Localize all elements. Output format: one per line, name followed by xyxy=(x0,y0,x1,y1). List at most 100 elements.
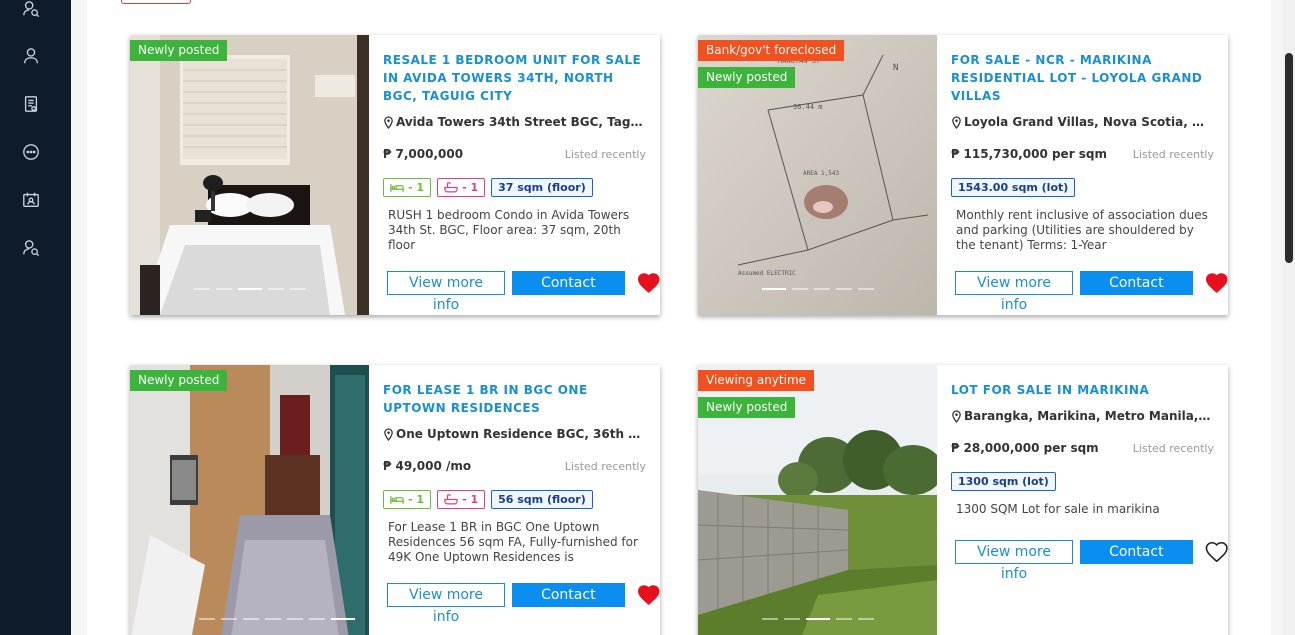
bedroom-photo xyxy=(130,365,369,635)
favorite-heart-outline-icon[interactable] xyxy=(1205,541,1228,563)
bedroom-count: - 1 xyxy=(383,490,432,509)
carousel-dot[interactable] xyxy=(835,288,852,290)
floor-area: 37 sqm (floor) xyxy=(491,178,593,197)
lot-area: 1543.00 sqm (lot) xyxy=(951,178,1076,197)
id-card-icon[interactable] xyxy=(22,191,40,209)
document-icon[interactable] xyxy=(22,95,40,113)
carousel-indicators[interactable] xyxy=(698,618,937,620)
favorite-heart-icon[interactable] xyxy=(637,584,660,606)
favorite-heart-icon[interactable] xyxy=(1205,272,1228,294)
listings-panel: Newly posted RESALE 1 BEDROOM UNIT FOR S… xyxy=(87,0,1271,635)
listing-address: Loyola Grand Villas, Nova Scotia, Mariki… xyxy=(951,115,1213,129)
listing-actions: View more info Contact seller xyxy=(387,271,660,313)
favorite-heart-icon[interactable] xyxy=(637,272,660,294)
bedroom-count: - 1 xyxy=(383,178,432,197)
scrollbar[interactable] xyxy=(1283,0,1295,635)
scrollbar-thumb[interactable] xyxy=(1285,53,1293,263)
svg-text:N: N xyxy=(893,63,898,73)
carousel-dot[interactable] xyxy=(835,618,852,620)
bed-icon xyxy=(390,496,404,504)
listing-description: For Lease 1 BR in BGC One Uptown Residen… xyxy=(388,520,638,564)
carousel-dot[interactable] xyxy=(289,288,306,290)
carousel-dot[interactable] xyxy=(243,618,259,620)
carousel-dot[interactable] xyxy=(193,288,210,290)
listing-actions: View more info Contact seller xyxy=(955,271,1228,313)
carousel-dot[interactable] xyxy=(199,618,215,620)
contact-seller-button[interactable]: Contact seller xyxy=(512,271,625,313)
listing-details: RESALE 1 BEDROOM UNIT FOR SALE IN AVIDA … xyxy=(369,35,660,315)
floor-area: 56 sqm (floor) xyxy=(491,490,593,509)
map-pin-icon xyxy=(952,115,961,129)
listing-price: ₱ 49,000 /mo xyxy=(383,459,472,473)
view-more-info-button[interactable]: View more info xyxy=(955,271,1074,313)
carousel-dot-active[interactable] xyxy=(761,288,786,290)
listing-card: 36.44 m AREA 1,543 MANGYAN ST N Assumed … xyxy=(698,35,1228,315)
listing-details: LOT FOR SALE IN MARIKINA Barangka, Marik… xyxy=(937,365,1228,635)
badge-newly-posted: Newly posted xyxy=(698,397,796,418)
listing-description: RUSH 1 bedroom Condo in Avida Towers 34t… xyxy=(388,208,630,252)
contact-seller-button[interactable]: Contact seller xyxy=(1080,540,1193,582)
contact-seller-button[interactable]: Contact seller xyxy=(1080,271,1193,313)
listing-specs: 1300 sqm (lot) xyxy=(951,472,1056,491)
listed-date: Listed recently xyxy=(564,460,646,473)
map-pin-icon xyxy=(384,427,393,441)
carousel-dot[interactable] xyxy=(857,288,874,290)
carousel-dot[interactable] xyxy=(791,288,808,290)
listing-card: Newly posted RESALE 1 BEDROOM UNIT FOR S… xyxy=(130,35,660,315)
carousel-dot[interactable] xyxy=(215,288,232,290)
listing-title[interactable]: FOR SALE - NCR - MARIKINA RESIDENTIAL LO… xyxy=(951,51,1211,105)
listing-title[interactable]: LOT FOR SALE IN MARIKINA xyxy=(951,381,1211,399)
carousel-indicators[interactable] xyxy=(698,288,937,290)
user-search-icon[interactable] xyxy=(22,0,40,18)
listing-price: ₱ 28,000,000 per sqm xyxy=(951,441,1099,455)
carousel-indicators[interactable] xyxy=(130,618,369,620)
filter-button[interactable] xyxy=(121,0,191,4)
carousel-dot[interactable] xyxy=(761,618,778,620)
chat-icon[interactable] xyxy=(22,143,40,161)
carousel-dot[interactable] xyxy=(813,288,830,290)
listing-title[interactable]: RESALE 1 BEDROOM UNIT FOR SALE IN AVIDA … xyxy=(383,51,643,105)
carousel-dot[interactable] xyxy=(287,618,303,620)
user-search-alt-icon[interactable] xyxy=(22,239,40,257)
view-more-info-button[interactable]: View more info xyxy=(387,583,506,625)
bathtub-icon xyxy=(444,182,458,193)
view-more-info-button[interactable]: View more info xyxy=(955,540,1074,582)
carousel-dot[interactable] xyxy=(265,618,281,620)
carousel-dot[interactable] xyxy=(857,618,874,620)
carousel-dot[interactable] xyxy=(267,288,284,290)
listing-photo-carousel[interactable]: 36.44 m AREA 1,543 MANGYAN ST N Assumed … xyxy=(698,35,937,315)
carousel-dot-active[interactable] xyxy=(805,618,830,620)
carousel-dot[interactable] xyxy=(309,618,325,620)
svg-text:AREA 1,543: AREA 1,543 xyxy=(803,170,840,177)
badge-viewing-anytime: Viewing anytime xyxy=(698,370,815,391)
carousel-dot-active[interactable] xyxy=(237,288,262,290)
svg-text:36.44 m: 36.44 m xyxy=(793,103,823,111)
carousel-indicators[interactable] xyxy=(130,288,369,290)
listing-photo-carousel[interactable]: Viewing anytime Newly posted xyxy=(698,365,937,635)
listing-price: ₱ 7,000,000 xyxy=(383,147,464,161)
badge-newly-posted: Newly posted xyxy=(698,67,796,88)
user-icon[interactable] xyxy=(22,47,40,65)
sidebar xyxy=(0,0,71,635)
listing-photo-carousel[interactable]: Newly posted xyxy=(130,35,369,315)
listing-address: Avida Towers 34th Street BGC, Taguig Cit… xyxy=(383,115,645,129)
carousel-dot[interactable] xyxy=(221,618,237,620)
view-more-info-button[interactable]: View more info xyxy=(387,271,506,313)
listed-date: Listed recently xyxy=(564,148,646,161)
listing-photo-carousel[interactable]: Newly posted xyxy=(130,365,369,635)
badge-newly-posted: Newly posted xyxy=(130,40,228,61)
map-pin-icon xyxy=(952,409,961,423)
listing-address: One Uptown Residence BGC, 36th Street, T… xyxy=(383,427,645,441)
listing-specs: 1543.00 sqm (lot) xyxy=(951,178,1076,197)
listed-date: Listed recently xyxy=(1132,148,1214,161)
carousel-dot[interactable] xyxy=(783,618,800,620)
badge-newly-posted: Newly posted xyxy=(130,370,228,391)
contact-seller-button[interactable]: Contact seller xyxy=(512,583,625,625)
bathroom-count: - 1 xyxy=(437,178,486,197)
listing-actions: View more info Contact seller xyxy=(387,583,660,625)
listing-title[interactable]: FOR LEASE 1 BR IN BGC ONE UPTOWN RESIDEN… xyxy=(383,381,643,417)
listed-date: Listed recently xyxy=(1132,442,1214,455)
listing-details: FOR LEASE 1 BR IN BGC ONE UPTOWN RESIDEN… xyxy=(369,365,660,635)
carousel-dot-active[interactable] xyxy=(331,618,355,620)
bedroom-photo xyxy=(130,35,369,315)
